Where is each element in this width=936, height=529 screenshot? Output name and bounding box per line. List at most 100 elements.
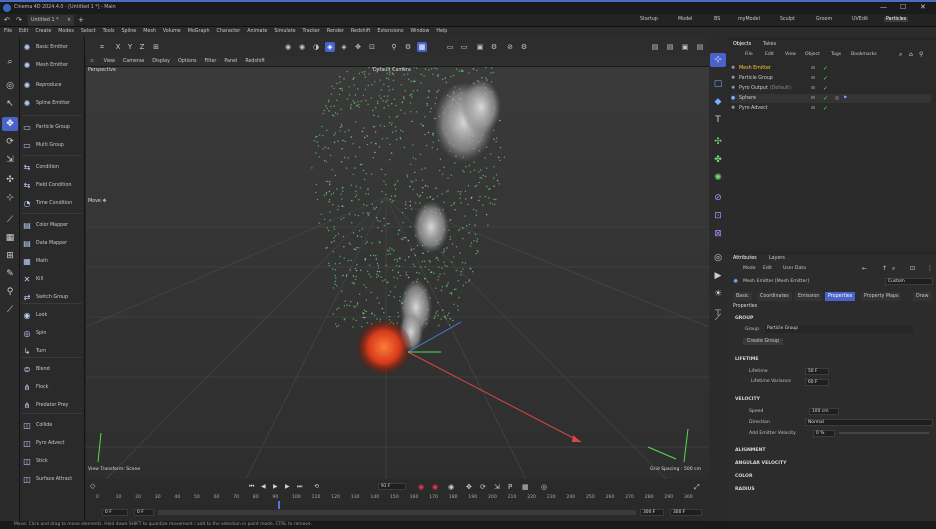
document-tab[interactable]: Untitled 1 * ×: [28, 15, 74, 26]
menu-select[interactable]: Select: [81, 27, 96, 37]
menu-mesh[interactable]: Mesh: [143, 27, 156, 37]
viewport-menu-cameras[interactable]: Cameras: [123, 57, 144, 67]
param-key-icon[interactable]: P: [508, 483, 512, 491]
viewport-menu-view[interactable]: View: [104, 57, 115, 67]
speed-field[interactable]: 100 cm: [809, 408, 839, 415]
effector-icon[interactable]: ✺: [710, 171, 726, 185]
axis-x-button[interactable]: X: [113, 42, 123, 52]
picture-viewer-icon[interactable]: ⚙: [519, 42, 529, 52]
viewport-menu-display[interactable]: Display: [152, 57, 170, 67]
current-frame-field[interactable]: 91 F: [378, 483, 406, 490]
palette-item-blend[interactable]: ⊜ Blend: [22, 362, 84, 376]
camera-icon[interactable]: ◎: [710, 251, 726, 265]
render-image-icon[interactable]: ▣: [680, 42, 690, 52]
tab-emission[interactable]: Emission: [795, 292, 823, 301]
menu-window[interactable]: Window: [410, 27, 429, 37]
knife-tool-icon[interactable]: ⟋: [2, 213, 18, 227]
group-header[interactable]: GROUP: [735, 316, 753, 321]
layout-tab-model[interactable]: Model: [678, 17, 692, 22]
maximize-icon[interactable]: ☐: [900, 3, 906, 11]
layout-tab-groom[interactable]: Groom: [816, 17, 832, 22]
palette-item-reproduce[interactable]: ✺ Reproduce: [22, 78, 84, 92]
palette-item-stick[interactable]: ◫ Stick: [22, 454, 84, 468]
section-color[interactable]: COLOR: [735, 474, 752, 479]
lifetime-field[interactable]: 50 F: [805, 368, 829, 375]
palette-item-flock[interactable]: ⋔ Flock: [22, 380, 84, 394]
snap-icon[interactable]: ✥: [353, 42, 363, 52]
enabled-check-icon[interactable]: ✓: [823, 85, 828, 92]
objects-menu-object[interactable]: Object: [805, 52, 820, 57]
objects-menu-tags[interactable]: Tags: [831, 52, 841, 57]
object-row[interactable]: ✺ Pyro Advect ⊟ ✓: [731, 104, 931, 113]
sculpt-brush-icon[interactable]: ⟋: [710, 311, 726, 325]
palette-item-spline-emitter[interactable]: ✺ Spline Emitter: [22, 96, 84, 110]
menu-modes[interactable]: Modes: [58, 27, 74, 37]
end-frame-field[interactable]: 300 F: [670, 509, 702, 516]
section-radius[interactable]: RADIUS: [735, 487, 755, 492]
palette-item-multi-group[interactable]: ▭ Multi Group: [22, 138, 84, 152]
tab-basic[interactable]: Basic: [733, 292, 752, 301]
view-layout-icon[interactable]: ⊹: [710, 53, 726, 67]
palette-item-color-mapper[interactable]: ▤ Color Mapper: [22, 218, 84, 232]
palette-item-surface-attract[interactable]: ◫ Surface Attract: [22, 472, 84, 486]
close-icon[interactable]: ✕: [920, 3, 926, 11]
up-icon[interactable]: ↑: [882, 265, 887, 272]
menu-edit[interactable]: Edit: [19, 27, 28, 37]
attributes-menu-edit[interactable]: Edit: [763, 266, 772, 271]
grid-icon[interactable]: ⊞: [2, 249, 18, 263]
search-icon[interactable]: ⌕: [899, 51, 902, 59]
more-icon[interactable]: ⋮: [927, 265, 933, 272]
visibility-icon[interactable]: ⊟: [811, 106, 815, 111]
render-settings-icon[interactable]: ▭: [445, 42, 455, 52]
cube-primitive-icon[interactable]: ◆: [710, 95, 726, 109]
menu-tracker[interactable]: Tracker: [303, 27, 320, 37]
object-row[interactable]: ✺ Mesh Emitter ⊟ ✓: [731, 64, 931, 73]
model-mode-icon[interactable]: ◉: [283, 42, 293, 52]
timeline-scrubber[interactable]: [278, 501, 280, 509]
home-icon[interactable]: ⌂: [909, 51, 913, 58]
palette-item-spin[interactable]: ◎ Spin: [22, 326, 84, 340]
rotate-key-icon[interactable]: ⟳: [480, 483, 486, 491]
layout-tab-startup[interactable]: Startup: [640, 17, 658, 22]
pla-key-icon[interactable]: ▦: [522, 483, 529, 491]
viewport[interactable]: Perspective Default Camera Move ✥ View T…: [86, 67, 709, 479]
palette-item-time-condition[interactable]: ◔ Time Condition: [22, 196, 84, 210]
scale-key-icon[interactable]: ⇲: [494, 483, 500, 491]
keyframe-icon[interactable]: ◇: [90, 482, 95, 490]
enabled-check-icon[interactable]: ✓: [823, 95, 828, 102]
back-icon[interactable]: ←: [862, 265, 867, 272]
add-tab-icon[interactable]: +: [78, 16, 84, 24]
volume-icon[interactable]: ⊠: [710, 227, 726, 241]
edges-mode-icon[interactable]: ◑: [311, 42, 321, 52]
direction-dropdown[interactable]: Normal: [805, 419, 933, 426]
menu-tools[interactable]: Tools: [103, 27, 115, 37]
axis-tool-icon[interactable]: ⊹: [2, 191, 18, 205]
attributes-menu-mode[interactable]: Mode: [743, 266, 756, 271]
palette-item-mesh-emitter[interactable]: ✺ Mesh Emitter: [22, 58, 84, 72]
enabled-check-icon[interactable]: ✓: [823, 75, 828, 82]
enabled-check-icon[interactable]: ✓: [823, 65, 828, 72]
velocity-header[interactable]: VELOCITY: [735, 397, 760, 402]
workplane-icon[interactable]: ⊡: [367, 42, 377, 52]
section-angular-velocity[interactable]: ANGULAR VELOCITY: [735, 461, 786, 466]
palette-item-field-condition[interactable]: ⇆ Field Condition: [22, 178, 84, 192]
move-key-icon[interactable]: ✥: [466, 483, 472, 491]
no-render-icon[interactable]: ⊘: [505, 42, 515, 52]
cloner-icon[interactable]: ✤: [710, 153, 726, 167]
field-icon[interactable]: ⊡: [710, 209, 726, 223]
palette-item-collide[interactable]: ◫ Collide: [22, 418, 84, 432]
material-tag-icon[interactable]: ⚑: [843, 96, 847, 101]
tab-objects[interactable]: Objects: [733, 42, 751, 47]
menu-animate[interactable]: Animate: [247, 27, 267, 37]
objects-menu-edit[interactable]: Edit: [765, 52, 774, 57]
menu-help[interactable]: Help: [436, 27, 447, 37]
objects-menu-view[interactable]: View: [785, 52, 796, 57]
layout-tab-particles[interactable]: Particles: [884, 17, 909, 22]
magnet-icon[interactable]: ⚲: [389, 42, 399, 52]
cube-icon[interactable]: ▢: [710, 77, 726, 91]
live-selection-icon[interactable]: ◎: [2, 79, 18, 93]
objects-menu-bookmarks[interactable]: Bookmarks: [851, 52, 877, 57]
layout-tab-uvedit[interactable]: UVEdit: [852, 17, 868, 22]
light-icon[interactable]: ☀: [710, 287, 726, 301]
polygons-mode-icon[interactable]: ◈: [325, 42, 335, 52]
